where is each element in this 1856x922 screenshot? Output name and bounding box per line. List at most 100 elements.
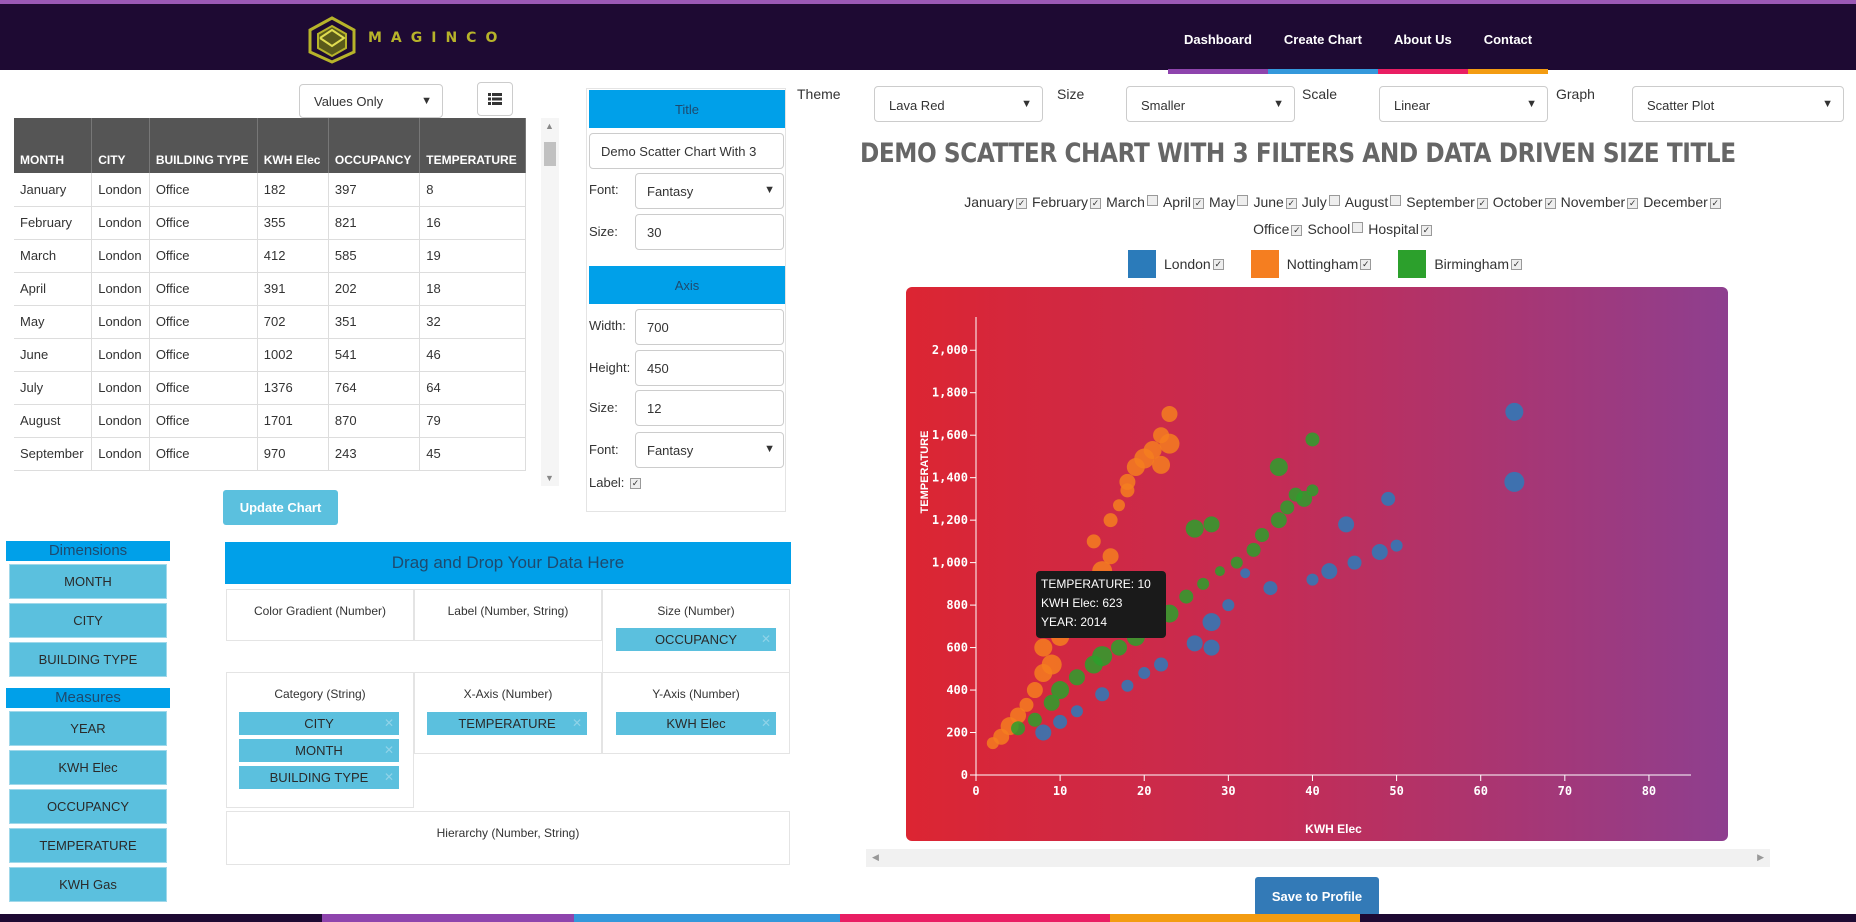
legend-item-london[interactable]: London ✓ [1128, 250, 1229, 278]
column-header[interactable]: CITY [91, 118, 150, 173]
scroll-up-icon[interactable]: ▲ [545, 121, 554, 131]
table-row[interactable]: July London Office 1376 764 64 [14, 371, 526, 405]
filter-december[interactable]: December ✓ [1643, 194, 1726, 210]
category-chip-building-type[interactable]: BUILDING TYPE ✕ [239, 766, 399, 789]
remove-icon[interactable]: ✕ [384, 716, 394, 730]
label-slot[interactable]: Label (Number, String) [414, 589, 602, 641]
axis-font-select[interactable]: Fantasy ▼ [635, 432, 784, 468]
hierarchy-slot[interactable]: Hierarchy (Number, String) [226, 811, 790, 865]
data-point-nottingham[interactable] [1041, 654, 1062, 675]
data-point-nottingham[interactable] [1161, 405, 1178, 422]
filter-october[interactable]: October ✓ [1493, 194, 1561, 210]
filter-checkbox[interactable]: ✓ [1476, 198, 1488, 209]
column-header[interactable]: OCCUPANCY [328, 118, 421, 173]
data-point-birmingham[interactable] [1185, 519, 1204, 538]
filter-checkbox[interactable] [1237, 195, 1249, 206]
column-header[interactable]: BUILDING TYPE [149, 118, 258, 173]
data-point-london[interactable] [1504, 471, 1525, 492]
table-view-select[interactable]: Values Only ▼ [299, 84, 443, 118]
data-point-birmingham[interactable] [1092, 646, 1113, 667]
filter-march[interactable]: March [1106, 194, 1163, 210]
data-point-birmingham[interactable] [1111, 639, 1127, 656]
table-row[interactable]: September London Office 970 243 45 [14, 437, 526, 471]
data-point-london[interactable] [1263, 581, 1278, 596]
data-point-london[interactable] [1338, 516, 1355, 533]
filter-checkbox[interactable]: ✓ [1285, 198, 1297, 209]
table-row[interactable]: January London Office 182 397 8 [14, 173, 526, 207]
remove-icon[interactable]: ✕ [761, 632, 771, 646]
column-header[interactable]: MONTH [14, 118, 93, 173]
legend-item-nottingham[interactable]: Nottingham ✓ [1250, 250, 1377, 278]
data-point-nottingham[interactable] [1026, 682, 1043, 699]
data-point-birmingham[interactable] [1230, 556, 1243, 569]
data-point-london[interactable] [1347, 555, 1362, 570]
filter-checkbox[interactable]: ✓ [1420, 225, 1432, 236]
data-point-birmingham[interactable] [1255, 528, 1269, 543]
data-point-birmingham[interactable] [1305, 432, 1320, 447]
data-point-birmingham[interactable] [1197, 577, 1210, 590]
data-point-birmingham[interactable] [1246, 542, 1261, 557]
data-point-birmingham[interactable] [1051, 681, 1070, 700]
filter-checkbox[interactable]: ✓ [1627, 198, 1639, 209]
measure-occupancy[interactable]: OCCUPANCY [9, 789, 167, 824]
filter-september[interactable]: September ✓ [1406, 194, 1492, 210]
y-axis-chip[interactable]: KWH Elec ✕ [616, 712, 776, 735]
filter-april[interactable]: April ✓ [1163, 194, 1209, 210]
data-point-london[interactable] [1035, 724, 1052, 741]
scale-select[interactable]: Linear ▼ [1379, 86, 1548, 122]
data-point-birmingham[interactable] [1011, 721, 1026, 736]
nav-about-us[interactable]: About Us [1377, 4, 1468, 74]
filter-checkbox[interactable] [1390, 195, 1402, 206]
measure-year[interactable]: YEAR [9, 711, 167, 746]
table-row[interactable]: February London Office 355 821 16 [14, 206, 526, 240]
grid-view-button[interactable] [477, 82, 513, 116]
table-scrollbar[interactable]: ▲ ▼ [541, 118, 559, 486]
filter-office[interactable]: Office ✓ [1253, 221, 1307, 237]
filter-checkbox[interactable]: ✓ [1090, 198, 1102, 209]
data-point-london[interactable] [1222, 599, 1235, 612]
data-point-london[interactable] [1121, 679, 1134, 692]
data-point-birmingham[interactable] [1269, 458, 1288, 477]
data-point-london[interactable] [1203, 639, 1220, 656]
data-point-london[interactable] [1186, 635, 1203, 652]
data-point-nottingham[interactable] [1102, 548, 1119, 565]
filter-may[interactable]: May [1209, 194, 1253, 210]
data-point-birmingham[interactable] [1203, 516, 1220, 533]
data-point-birmingham[interactable] [1179, 589, 1194, 604]
remove-icon[interactable]: ✕ [384, 743, 394, 757]
filter-january[interactable]: January ✓ [964, 194, 1032, 210]
color-gradient-slot[interactable]: Color Gradient (Number) [226, 589, 414, 641]
remove-icon[interactable]: ✕ [761, 716, 771, 730]
save-to-profile-button[interactable]: Save to Profile [1255, 877, 1379, 916]
data-point-birmingham[interactable] [1068, 669, 1085, 686]
scrollbar-thumb[interactable] [544, 142, 556, 166]
data-point-birmingham[interactable] [1288, 487, 1303, 502]
filter-checkbox[interactable] [1146, 195, 1158, 206]
filter-checkbox[interactable]: ✓ [1192, 198, 1204, 209]
update-chart-button[interactable]: Update Chart [223, 490, 338, 525]
chart-horizontal-scrollbar[interactable]: ◀ ▶ [866, 849, 1770, 867]
size-select[interactable]: Smaller ▼ [1126, 86, 1295, 122]
table-row[interactable]: April London Office 391 202 18 [14, 272, 526, 306]
data-point-nottingham[interactable] [1103, 513, 1118, 528]
column-header[interactable]: TEMPERATURE [419, 118, 526, 173]
table-row[interactable]: March London Office 412 585 19 [14, 239, 526, 273]
scatter-chart[interactable]: 02004006008001,0001,2001,4001,6001,8002,… [906, 287, 1728, 841]
title-size-input[interactable]: 30 [635, 214, 784, 250]
dimension-building-type[interactable]: BUILDING TYPE [9, 642, 167, 677]
data-point-nottingham[interactable] [1086, 534, 1101, 549]
dimension-city[interactable]: CITY [9, 603, 167, 638]
size-chip-occupancy[interactable]: OCCUPANCY ✕ [616, 628, 776, 651]
remove-icon[interactable]: ✕ [384, 770, 394, 784]
measure-kwh-gas[interactable]: KWH Gas [9, 867, 167, 902]
column-header[interactable]: KWH Elec [257, 118, 329, 173]
data-point-birmingham[interactable] [1306, 484, 1319, 497]
axis-height-input[interactable]: 450 [635, 350, 784, 386]
legend-checkbox[interactable]: ✓ [1360, 258, 1372, 270]
data-point-london[interactable] [1381, 491, 1396, 506]
x-axis-chip[interactable]: TEMPERATURE ✕ [427, 712, 587, 735]
table-row[interactable]: June London Office 1002 541 46 [14, 338, 526, 372]
nav-dashboard[interactable]: Dashboard [1168, 4, 1268, 74]
legend-checkbox[interactable]: ✓ [1511, 258, 1523, 270]
data-point-nottingham[interactable] [1152, 455, 1171, 474]
